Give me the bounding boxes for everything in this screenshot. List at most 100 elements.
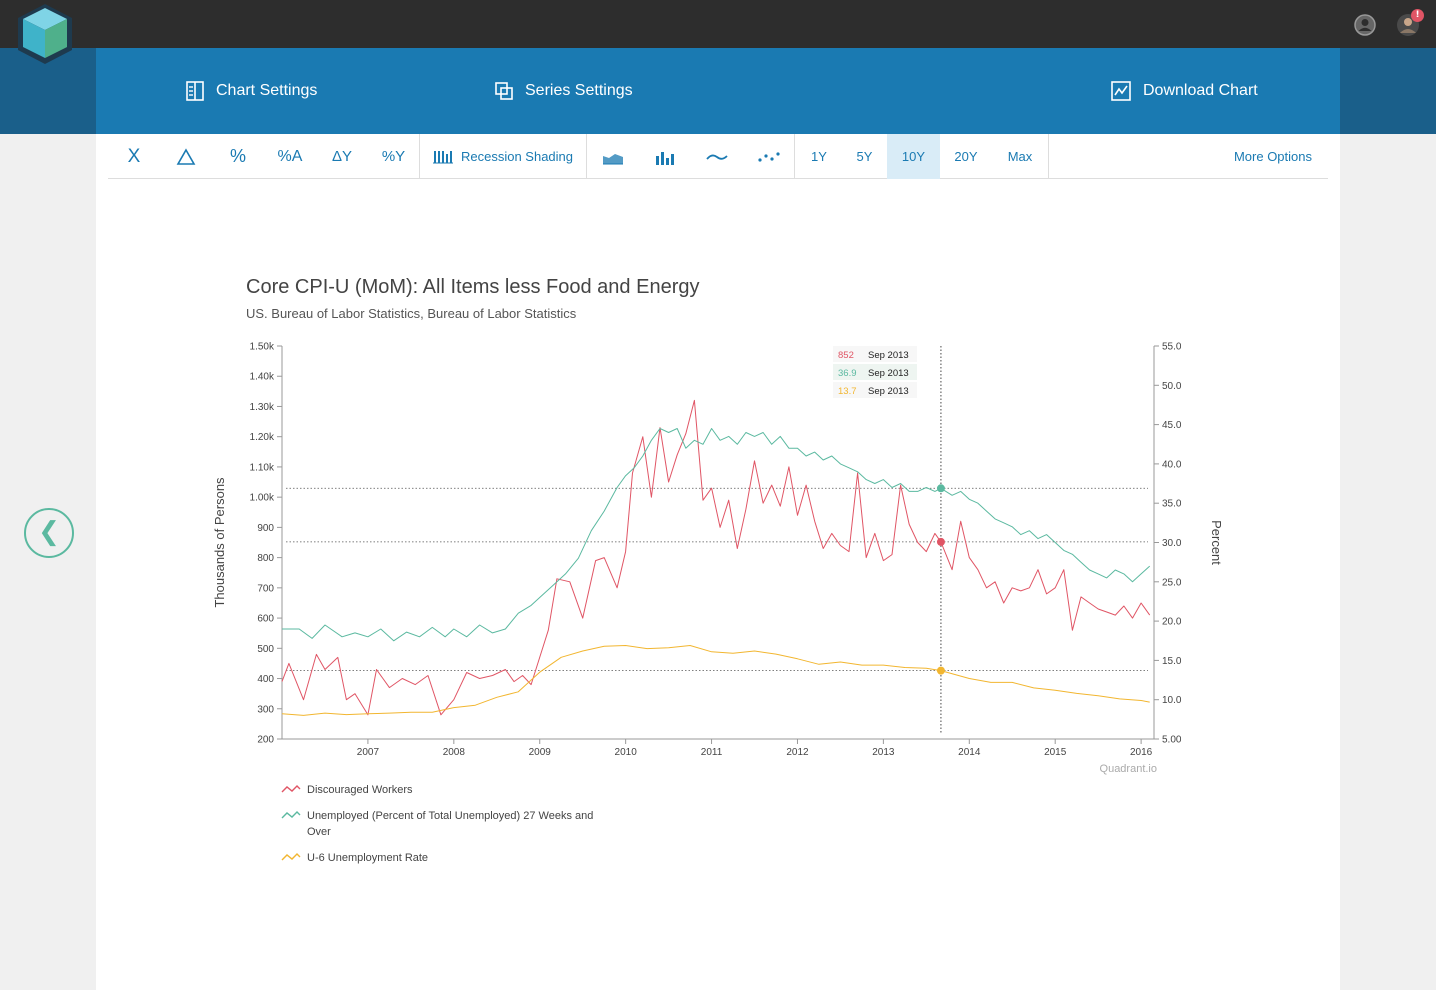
x-tick-label: 2011 <box>701 747 723 758</box>
transform-change-button[interactable] <box>160 134 212 179</box>
legend-item-long-term-unemployed[interactable]: Unemployed (Percent of Total Unemployed)… <box>281 808 641 840</box>
chart-watermark: Quadrant.io <box>1100 763 1157 775</box>
recession-shading-label: Recession Shading <box>460 149 574 164</box>
tooltip-value: 852 <box>838 350 854 361</box>
chart-settings-button[interactable]: Chart Settings <box>186 78 317 104</box>
x-tick-label: 2014 <box>958 747 981 758</box>
area-chart-button[interactable] <box>587 134 639 179</box>
recession-shading-icon <box>432 150 453 163</box>
notification-badge[interactable]: ! <box>1411 9 1424 22</box>
period-5y-label: 5Y <box>856 149 873 164</box>
crosshair-point <box>936 537 945 546</box>
more-options-label: More Options <box>1233 149 1313 164</box>
crosshair-point <box>936 666 945 675</box>
bar-chart-icon <box>656 151 674 165</box>
y-tick-label: 500 <box>257 644 274 655</box>
y-tick-label: 400 <box>257 674 274 685</box>
legend-item-u6-rate[interactable]: U-6 Unemployment Rate <box>281 850 641 866</box>
period-10y-button[interactable]: 10Y <box>887 134 940 179</box>
x-tick-label: 2013 <box>872 747 895 758</box>
y-tick-label: 700 <box>257 583 274 594</box>
settings-nav: Chart Settings Series Settings Download … <box>96 48 1340 134</box>
app-logo-icon[interactable] <box>16 4 74 66</box>
chart-settings-label: Chart Settings <box>216 82 318 99</box>
y-tick-label: 200 <box>257 735 274 746</box>
download-chart-icon <box>1111 81 1131 101</box>
tooltip-date: Sep 2013 <box>868 386 909 397</box>
bar-chart-button[interactable] <box>639 134 691 179</box>
period-20y-button[interactable]: 20Y <box>940 134 992 179</box>
period-10y-label: 10Y <box>901 149 926 164</box>
y2-tick-label: 20.0 <box>1162 617 1182 628</box>
transform-change-yearly-button[interactable]: ΔY <box>316 134 368 179</box>
period-5y-button[interactable]: 5Y <box>842 134 887 179</box>
y-tick-label: 1.00k <box>250 493 275 504</box>
series-line <box>282 428 1151 642</box>
area-chart-icon <box>603 153 623 164</box>
crosshair-point <box>936 484 945 493</box>
chart-legend: Discouraged Workers Unemployed (Percent … <box>281 782 641 876</box>
x-tick-label: 2008 <box>443 747 466 758</box>
line-chart-button[interactable] <box>691 134 743 179</box>
transform-percent-yearly-button[interactable]: %Y <box>368 134 420 179</box>
series-line <box>281 645 1150 716</box>
y-tick-label: 1.10k <box>250 462 275 473</box>
series-settings-icon <box>495 82 513 100</box>
y-tick-label: 900 <box>257 523 274 534</box>
x-tick-label: 2015 <box>1044 747 1067 758</box>
y2-tick-label: 50.0 <box>1162 381 1182 392</box>
y2-tick-label: 55.0 <box>1162 342 1182 353</box>
legend-line-icon <box>281 785 301 793</box>
y2-tick-label: 15.0 <box>1162 656 1182 667</box>
download-chart-label: Download Chart <box>1143 82 1258 99</box>
period-max-button[interactable]: Max <box>992 134 1049 179</box>
period-1y-button[interactable]: 1Y <box>796 134 842 179</box>
user-profile-icon[interactable] <box>1354 14 1376 36</box>
tooltip-value: 36.9 <box>838 368 857 379</box>
series-settings-button[interactable]: Series Settings <box>495 78 633 104</box>
tooltip-date: Sep 2013 <box>868 368 909 379</box>
y2-tick-label: 5.00 <box>1162 735 1182 746</box>
x-tick-label: 2010 <box>615 747 638 758</box>
x-tick-label: 2016 <box>1130 747 1153 758</box>
legend-line-icon <box>281 853 301 861</box>
y-tick-label: 1.50k <box>250 342 275 353</box>
x-tick-label: 2007 <box>357 747 380 758</box>
delta-icon <box>176 147 196 165</box>
more-options-button[interactable]: More Options <box>1218 134 1328 179</box>
transform-percent-button[interactable]: % <box>212 134 264 179</box>
chevron-left-icon: ❮ <box>38 517 60 547</box>
top-bar <box>0 0 1436 48</box>
y-axis-title: Thousands of Persons <box>212 477 227 608</box>
tooltip-date: Sep 2013 <box>868 350 909 361</box>
recession-shading-button[interactable]: Recession Shading <box>420 134 587 179</box>
transform-percent-annual-button[interactable]: %A <box>264 134 316 179</box>
y2-tick-label: 25.0 <box>1162 577 1182 588</box>
y2-tick-label: 45.0 <box>1162 420 1182 431</box>
legend-item-discouraged-workers[interactable]: Discouraged Workers <box>281 782 641 798</box>
legend-line-icon <box>281 811 301 819</box>
legend-label: U-6 Unemployment Rate <box>307 852 429 864</box>
period-max-label: Max <box>1007 149 1033 164</box>
x-tick-label: 2012 <box>786 747 809 758</box>
period-1y-label: 1Y <box>811 149 827 164</box>
transform-level-button[interactable]: X <box>108 134 160 179</box>
legend-label: Discouraged Workers <box>307 784 413 796</box>
chart-settings-icon <box>186 81 204 101</box>
series-settings-label: Series Settings <box>525 82 633 99</box>
y-tick-label: 300 <box>257 704 274 715</box>
line-chart-icon <box>706 154 728 160</box>
chart-toolbar: X % %A ΔY %Y Recession Shading 1Y 5Y 10Y… <box>108 134 1328 179</box>
scatter-chart-button[interactable] <box>743 134 795 179</box>
chart-title: Core CPI-U (MoM): All Items less Food an… <box>246 276 700 298</box>
legend-label: Unemployed (Percent of Total Unemployed)… <box>307 810 594 838</box>
tooltip-value: 13.7 <box>838 386 857 397</box>
back-button[interactable]: ❮ <box>24 508 74 558</box>
line-chart[interactable]: 200 300 400 500 600 700 800 900 1.00k 1.10k 1.20k 1… <box>200 330 1240 790</box>
y2-tick-label: 40.0 <box>1162 459 1182 470</box>
y-tick-label: 1.30k <box>250 402 275 413</box>
download-chart-button[interactable]: Download Chart <box>1111 78 1258 104</box>
x-tick-label: 2009 <box>529 747 552 758</box>
y2-axis-title: Percent <box>1209 520 1224 565</box>
y-tick-label: 800 <box>257 553 274 564</box>
